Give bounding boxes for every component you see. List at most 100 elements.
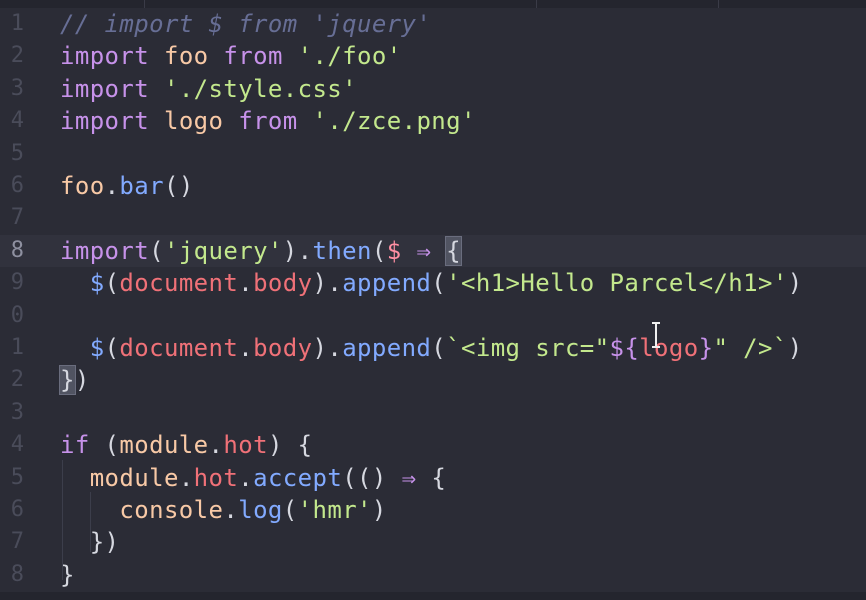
code-token: ( (104, 269, 120, 298)
code-line[interactable]: 5 (0, 138, 866, 170)
code-token: import (60, 107, 150, 136)
code-line[interactable]: 4 if (module.hot) { (0, 429, 866, 461)
code-token: from (223, 42, 283, 71)
code-token: import (60, 236, 150, 265)
code-token: ) (371, 496, 387, 524)
code-token: " />` (713, 334, 788, 362)
code-token: module (89, 463, 179, 492)
code-token: ). (282, 236, 313, 265)
line-number[interactable]: 7 (0, 526, 24, 558)
code-token: ) (74, 366, 90, 395)
code-line[interactable]: 8} (0, 559, 866, 591)
code-token: } (698, 334, 714, 362)
code-line[interactable]: 3 import './style.css' (0, 73, 866, 105)
code-token: logo (163, 107, 224, 136)
code-token: ). (312, 269, 343, 298)
code-token: foo (163, 42, 209, 71)
code-token: hot (223, 431, 268, 460)
code-token: './style.css' (163, 74, 358, 103)
code-line[interactable]: 4 import logo from './zce.png' (0, 105, 866, 137)
code-token: ( (431, 334, 447, 362)
code-token: `<img src=" (446, 334, 610, 362)
code-token: $ (89, 334, 105, 362)
code-token: '<h1>Hello Parcel</h1>' (446, 269, 788, 298)
code-token: . (178, 463, 194, 492)
code-token: . (223, 496, 239, 524)
code-token: . (238, 269, 254, 298)
line-number[interactable]: 3 (0, 397, 24, 429)
code-token: document (119, 269, 239, 298)
code-token: import (60, 74, 150, 103)
matching-bracket: } (59, 365, 76, 396)
code-line[interactable]: 1 // import $ from 'jquery' (0, 8, 866, 40)
code-line[interactable]: 3 (0, 397, 866, 429)
line-code[interactable]: import logo from './zce.png' (60, 105, 476, 137)
line-number[interactable]: 5 (0, 462, 24, 494)
line-number[interactable]: 8 (0, 235, 24, 267)
code-line[interactable]: 9 $(document.body).append('<h1>Hello Par… (0, 267, 866, 299)
line-code[interactable]: module.hot.accept(() ⇒ { (60, 462, 446, 494)
line-code[interactable]: }) (59, 364, 90, 396)
line-number[interactable]: 3 (0, 73, 24, 105)
line-number[interactable]: 9 (0, 267, 24, 299)
code-token: ( (104, 334, 120, 362)
code-line[interactable]: 8 import('jquery').then($ ⇒ { (0, 234, 866, 267)
code-line[interactable]: 2}) (0, 364, 866, 396)
code-token: bar (119, 172, 164, 200)
line-code[interactable]: console.log('hmr') (60, 494, 387, 526)
status-bar (0, 592, 866, 600)
code-editor[interactable]: 1 // import $ from 'jquery' 2 import foo fr… (0, 0, 866, 600)
code-token: log (238, 496, 283, 524)
code-line[interactable]: 1 $(document.body).append(`<img src="${l… (0, 332, 866, 364)
line-code[interactable]: import './style.css' (60, 73, 357, 105)
line-code[interactable]: import foo from './foo' (60, 40, 402, 72)
code-token: . (238, 334, 254, 362)
code-token: import (60, 42, 150, 71)
code-token: foo (60, 172, 105, 200)
code-line[interactable]: 2 import foo from './foo' (0, 40, 866, 72)
line-code[interactable]: // import $ from 'jquery' (60, 8, 431, 40)
line-number[interactable]: 0 (0, 300, 24, 332)
code-line[interactable]: 7 (0, 202, 866, 234)
line-number[interactable]: 8 (0, 559, 24, 591)
code-token: if (60, 431, 90, 460)
code-token: ⇒ (416, 236, 432, 265)
code-line[interactable]: 5 module.hot.accept(() ⇒ { (0, 462, 866, 494)
line-number[interactable]: 4 (0, 429, 24, 461)
line-code[interactable]: import('jquery').then($ ⇒ { (60, 235, 463, 267)
code-token: () (163, 172, 194, 200)
line-number[interactable]: 7 (0, 202, 24, 234)
line-code[interactable]: $(document.body).append('<h1>Hello Parce… (60, 267, 803, 299)
code-token: ) { (267, 431, 313, 460)
code-token: (() (342, 463, 402, 492)
code-token: accept (253, 463, 343, 492)
line-number[interactable]: 6 (0, 170, 24, 202)
line-code[interactable]: if (module.hot) { (60, 429, 313, 461)
code-token: ( (89, 431, 120, 460)
line-number[interactable]: 2 (0, 40, 24, 72)
line-number[interactable]: 1 (0, 332, 24, 364)
line-number[interactable]: 5 (0, 138, 24, 170)
code-token: body (253, 269, 313, 298)
line-code[interactable]: $(document.body).append(`<img src="${log… (60, 332, 803, 364)
code-line[interactable]: 6 console.log('hmr') (0, 494, 866, 526)
code-token: . (104, 172, 120, 200)
line-code[interactable]: foo.bar() (60, 170, 194, 202)
code-line[interactable]: 6 foo.bar() (0, 170, 866, 202)
code-line[interactable]: 0 (0, 300, 866, 332)
line-number[interactable]: 1 (0, 8, 24, 40)
code-token: ). (312, 334, 343, 362)
code-token: document (119, 334, 239, 362)
code-line[interactable]: 7 }) (0, 526, 866, 558)
line-number[interactable]: 4 (0, 105, 24, 137)
code-token: . (238, 463, 254, 492)
line-number[interactable]: 2 (0, 364, 24, 396)
line-number[interactable]: 6 (0, 494, 24, 526)
